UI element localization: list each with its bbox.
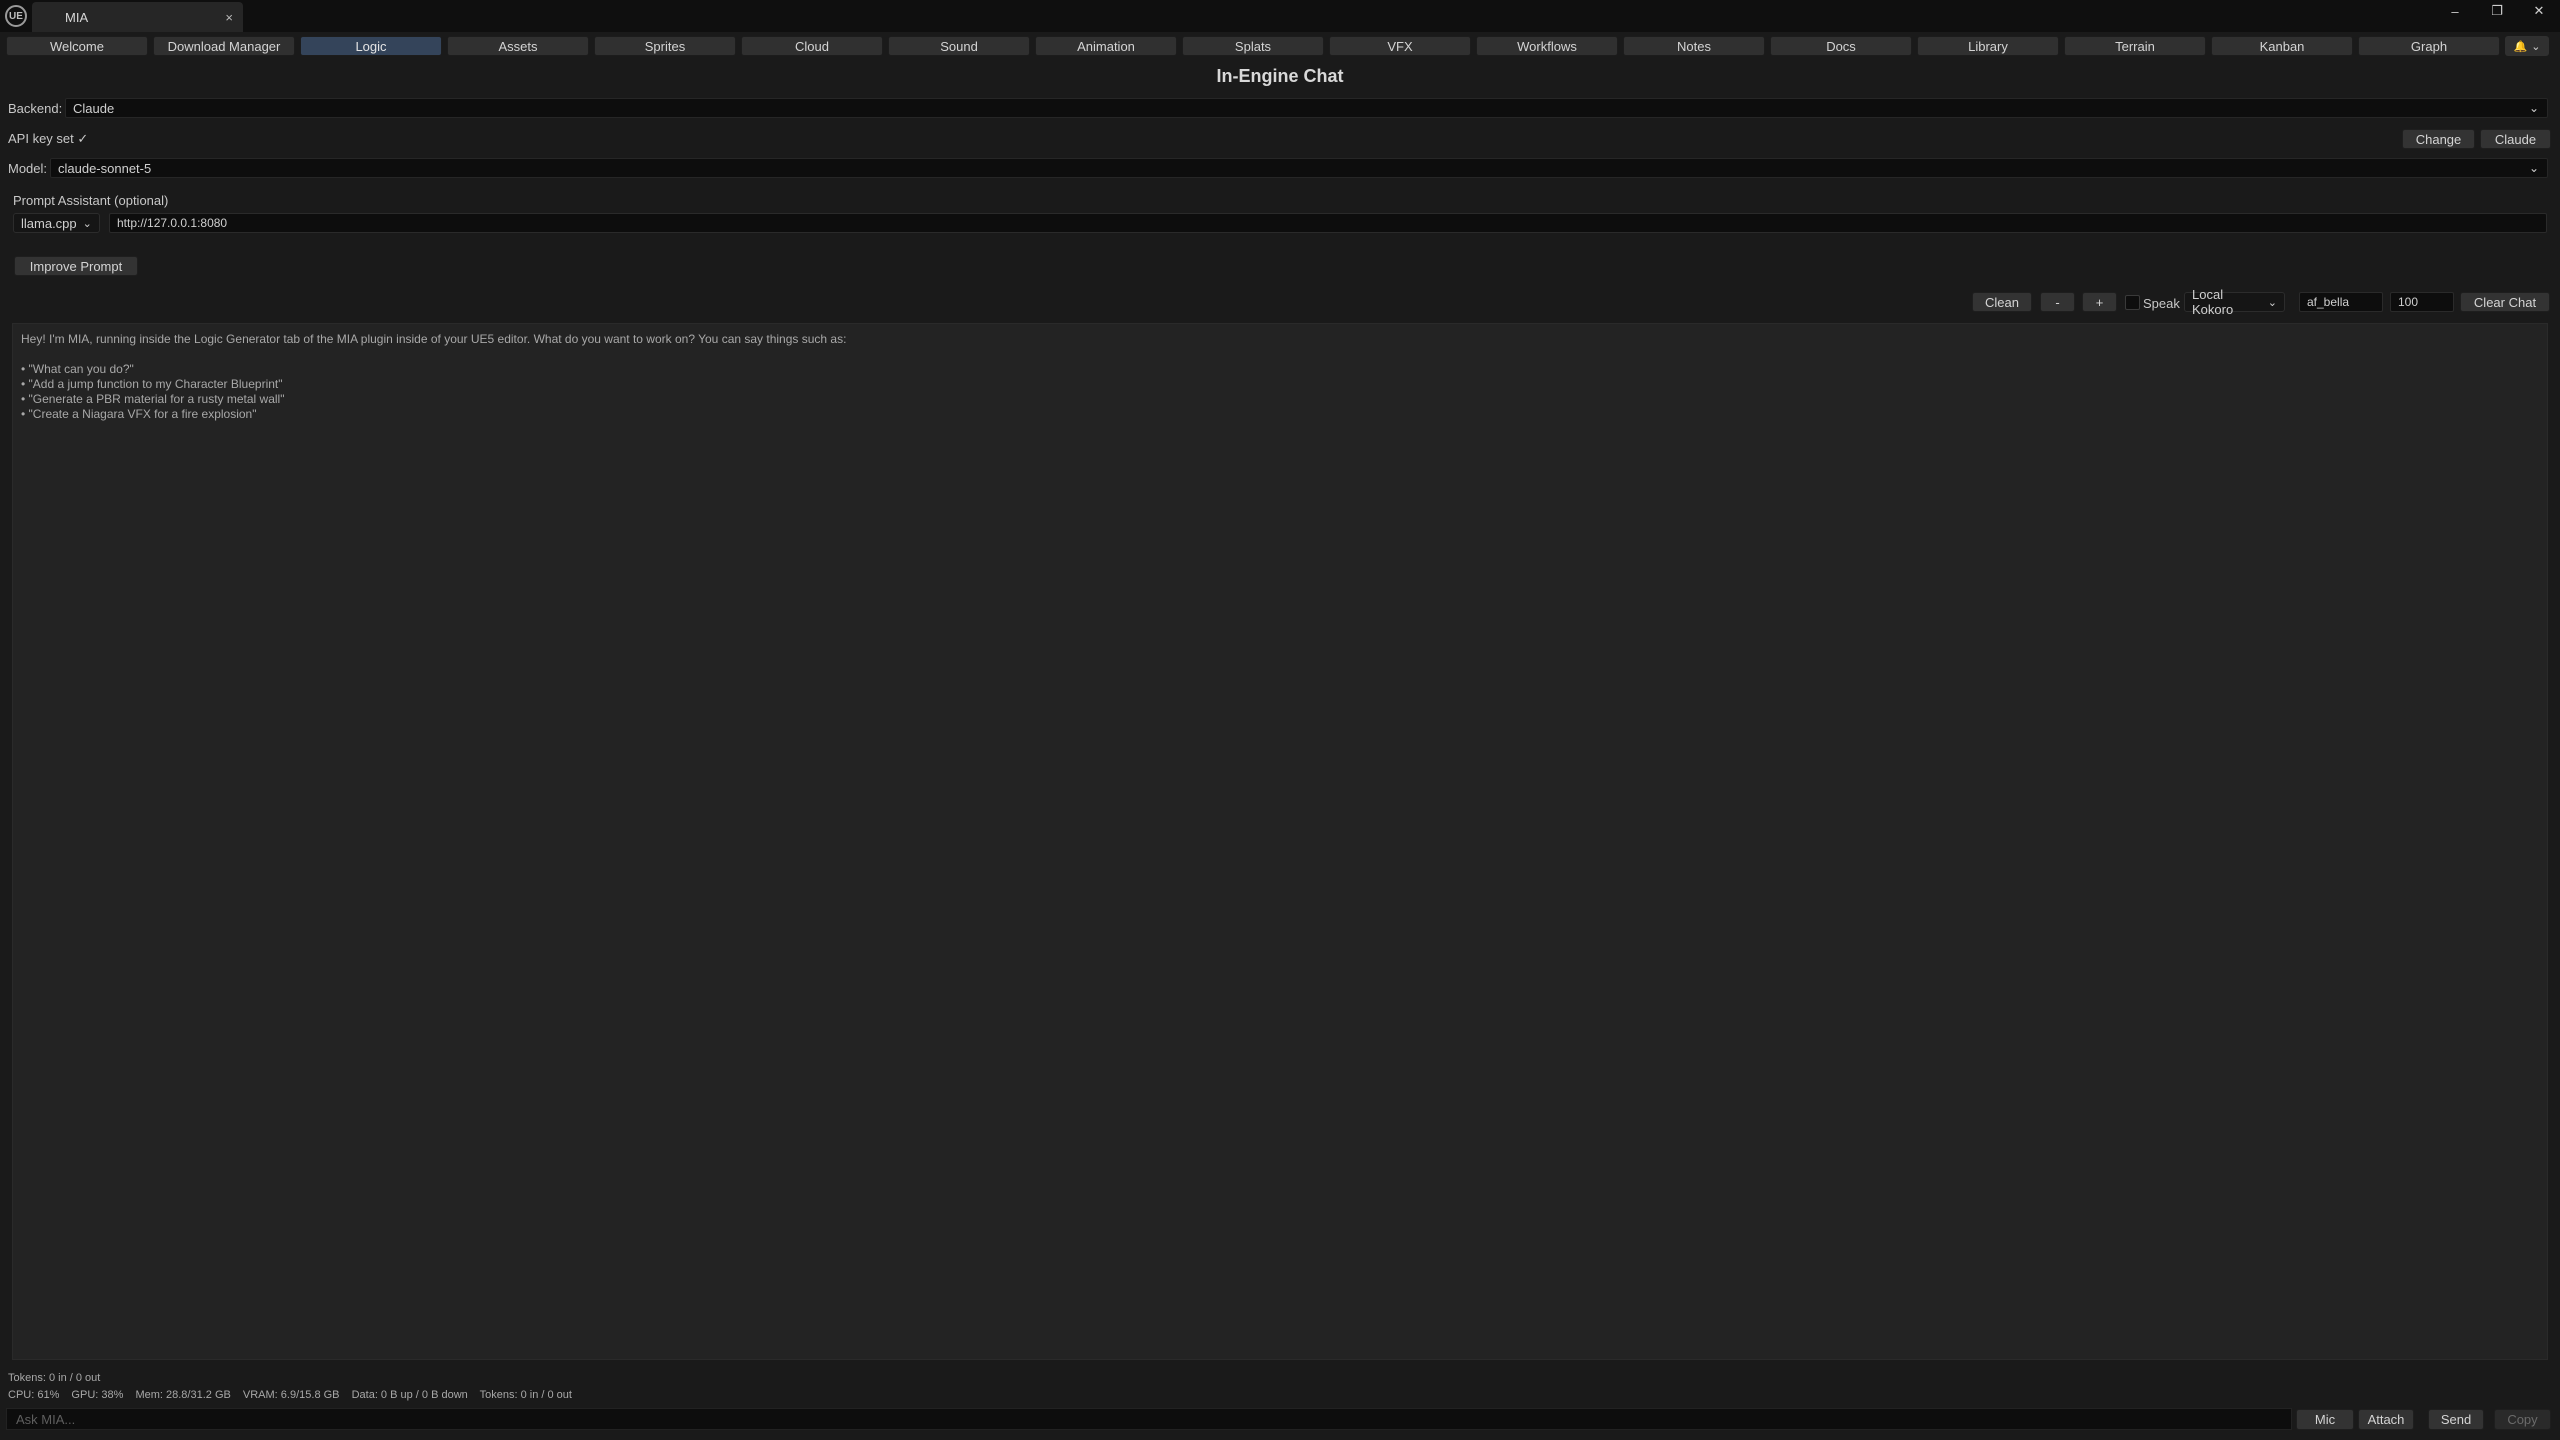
close-window-icon[interactable]: ✕ xyxy=(2518,0,2560,22)
model-dropdown[interactable]: claude-sonnet-5 ⌄ xyxy=(50,158,2548,178)
cpu-stat: CPU: 61% xyxy=(8,1389,60,1401)
assistant-engine-value: llama.cpp xyxy=(21,215,77,231)
window-controls: – ❐ ✕ xyxy=(2434,0,2560,22)
suggestion-item: • "Add a jump function to my Character B… xyxy=(21,377,283,391)
main-tab-bar: Welcome Download Manager Logic Assets Sprite… xyxy=(0,36,2560,58)
suggestion-item: • "Create a Niagara VFX for a fire explo… xyxy=(21,407,257,421)
chevron-down-icon: ⌄ xyxy=(2267,296,2277,309)
chevron-down-icon: ⌄ xyxy=(2528,161,2539,175)
close-icon[interactable]: × xyxy=(225,10,233,25)
tab-kanban[interactable]: Kanban xyxy=(2211,36,2353,56)
tab-logic[interactable]: Logic xyxy=(300,36,442,56)
clean-button[interactable]: Clean xyxy=(1972,292,2032,312)
improve-prompt-button[interactable]: Improve Prompt xyxy=(14,256,138,276)
voice-engine-value: Local Kokoro xyxy=(2192,287,2234,317)
tab-workflows[interactable]: Workflows xyxy=(1476,36,1618,56)
suggestion-item: • "Generate a PBR material for a rusty m… xyxy=(21,392,285,406)
api-key-status: API key set ✓ xyxy=(8,131,89,146)
tab-terrain[interactable]: Terrain xyxy=(2064,36,2206,56)
memory-stat: Mem: 28.8/31.2 GB xyxy=(135,1389,231,1401)
backend-label: Backend: xyxy=(8,101,63,116)
tab-sound[interactable]: Sound xyxy=(888,36,1030,56)
voice-engine-dropdown[interactable]: Local Kokoro ⌄ xyxy=(2184,287,2285,317)
chat-transcript[interactable]: Hey! I'm MIA, running inside the Logic G… xyxy=(12,323,2548,1360)
document-tab-title: MIA xyxy=(65,9,89,25)
tab-splats[interactable]: Splats xyxy=(1182,36,1324,56)
title-bar: UE MIA × – ❐ ✕ xyxy=(0,0,2560,32)
chevron-down-icon: ⌄ xyxy=(82,217,92,230)
speak-checkbox[interactable] xyxy=(2125,295,2140,310)
system-stats: CPU: 61% GPU: 38% Mem: 28.8/31.2 GB VRAM… xyxy=(8,1389,581,1401)
chevron-down-icon: ⌄ xyxy=(2531,40,2541,53)
suggestion-item: • "What can you do?" xyxy=(21,362,134,376)
tab-animation[interactable]: Animation xyxy=(1035,36,1177,56)
backend-value: Claude xyxy=(73,100,115,116)
voice-name-input[interactable]: af_bella xyxy=(2299,292,2383,312)
font-increase-button[interactable]: + xyxy=(2082,292,2117,312)
prompt-assistant-label: Prompt Assistant (optional) xyxy=(13,193,169,208)
unreal-logo-icon: UE xyxy=(5,5,27,27)
model-value: claude-sonnet-5 xyxy=(58,160,152,176)
suggestion-list: • "What can you do?" • "Add a jump functi… xyxy=(21,362,2539,422)
vram-stat: VRAM: 6.9/15.8 GB xyxy=(242,1389,340,1401)
tab-graph[interactable]: Graph xyxy=(2358,36,2500,56)
tab-notes[interactable]: Notes xyxy=(1623,36,1765,56)
document-tab-mia[interactable]: MIA × xyxy=(32,2,243,32)
clear-chat-button[interactable]: Clear Chat xyxy=(2460,292,2550,312)
restore-icon[interactable]: ❐ xyxy=(2476,0,2518,22)
tab-sprites[interactable]: Sprites xyxy=(594,36,736,56)
token-stat: Tokens: 0 in / 0 out xyxy=(479,1389,572,1401)
bell-icon: 🔔 xyxy=(2513,40,2528,53)
token-count: Tokens: 0 in / 0 out xyxy=(8,1372,101,1384)
volume-input[interactable]: 100 xyxy=(2390,292,2454,312)
tab-docs[interactable]: Docs xyxy=(1770,36,1912,56)
change-api-key-button[interactable]: Change xyxy=(2402,129,2475,149)
tab-cloud[interactable]: Cloud xyxy=(741,36,883,56)
data-stat: Data: 0 B up / 0 B down xyxy=(351,1389,468,1401)
tab-welcome[interactable]: Welcome xyxy=(6,36,148,56)
notifications-dropdown[interactable]: 🔔 ⌄ xyxy=(2505,36,2549,56)
tab-vfx[interactable]: VFX xyxy=(1329,36,1471,56)
minimize-icon[interactable]: – xyxy=(2434,0,2476,22)
chevron-down-icon: ⌄ xyxy=(2528,101,2539,115)
backend-dropdown[interactable]: Claude ⌄ xyxy=(65,98,2548,118)
copy-button[interactable]: Copy xyxy=(2494,1409,2551,1430)
model-label: Model: xyxy=(8,161,48,176)
attach-button[interactable]: Attach xyxy=(2358,1409,2414,1430)
ask-input[interactable]: Ask MIA... xyxy=(6,1408,2292,1430)
page-title: In-Engine Chat xyxy=(1216,66,1344,86)
provider-button[interactable]: Claude xyxy=(2480,129,2551,149)
assistant-engine-dropdown[interactable]: llama.cpp ⌄ xyxy=(13,213,100,233)
assistant-greeting: Hey! I'm MIA, running inside the Logic G… xyxy=(21,332,847,346)
mic-button[interactable]: Mic xyxy=(2296,1409,2354,1430)
gpu-stat: GPU: 38% xyxy=(71,1389,124,1401)
send-button[interactable]: Send xyxy=(2428,1409,2484,1430)
tab-library[interactable]: Library xyxy=(1917,36,2059,56)
speak-label: Speak xyxy=(2143,296,2180,311)
tab-assets[interactable]: Assets xyxy=(447,36,589,56)
assistant-url-input[interactable]: http://127.0.0.1:8080 xyxy=(109,213,2547,233)
tab-download-manager[interactable]: Download Manager xyxy=(153,36,295,56)
font-decrease-button[interactable]: - xyxy=(2040,292,2075,312)
